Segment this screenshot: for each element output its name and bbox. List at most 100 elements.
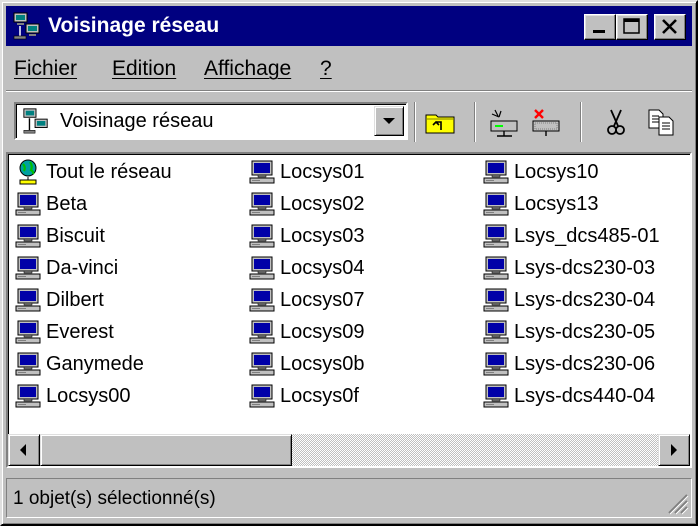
list-item[interactable]: Lsys-dcs230-03 (482, 252, 655, 284)
list-item[interactable]: Beta (14, 188, 87, 220)
menu-help[interactable]: ? (320, 56, 332, 82)
scroll-right-button[interactable] (658, 434, 690, 466)
list-item-label: Lsys-dcs230-05 (514, 320, 656, 343)
list-item[interactable]: Locsys10 (482, 156, 599, 188)
list-item-label: Locsys03 (280, 224, 365, 247)
computer-icon (15, 224, 41, 248)
list-item-label: Beta (46, 192, 88, 215)
scrollbar-thumb[interactable] (40, 434, 292, 466)
computer-icon (249, 192, 275, 216)
list-item[interactable]: Locsys02 (248, 188, 365, 220)
list-item-label: Lsys-dcs230-06 (514, 352, 656, 375)
list-item[interactable]: Locsys01 (248, 156, 365, 188)
list-item[interactable]: Lsys-dcs230-04 (482, 284, 655, 316)
horizontal-scrollbar[interactable] (8, 434, 690, 466)
computer-icon (15, 320, 41, 344)
computer-icon (483, 288, 509, 312)
file-list: Tout le réseau Beta Biscuit Da-vinci Dilbert… (8, 154, 690, 434)
window-title: Voisinage réseau (48, 14, 220, 37)
computer-icon (15, 384, 41, 408)
list-item[interactable]: Lsys-dcs230-05 (482, 316, 655, 348)
up-one-level-icon (425, 114, 455, 134)
computer-icon (483, 192, 509, 216)
computer-icon (15, 288, 41, 312)
list-item-label: Lsys-dcs440-04 (514, 384, 656, 407)
list-item-label: Dilbert (46, 288, 104, 311)
list-item-label: Lsys-dcs230-03 (514, 256, 656, 279)
list-item[interactable]: Ganymede (14, 348, 144, 380)
cut-button[interactable] (596, 104, 636, 140)
network-neighborhood-icon[interactable] (12, 11, 42, 41)
status-bar: 1 objet(s) sélectionné(s) (6, 474, 692, 520)
list-item[interactable]: Dilbert (14, 284, 104, 316)
computer-icon (15, 352, 41, 376)
list-item-label: Lsys_dcs485-01 (514, 224, 660, 247)
computer-icon (483, 224, 509, 248)
address-dropdown-button[interactable] (374, 106, 404, 136)
maximize-icon (623, 18, 640, 34)
close-button[interactable] (654, 14, 686, 40)
copy-button[interactable] (642, 104, 682, 140)
network-neighborhood-icon (23, 108, 48, 134)
map-network-drive-button[interactable] (484, 104, 524, 140)
computer-icon (483, 384, 509, 408)
computer-icon (483, 320, 509, 344)
list-item[interactable]: Biscuit (14, 220, 105, 252)
file-list-view[interactable]: Tout le réseau Beta Biscuit Da-vinci Dilbert… (6, 152, 692, 468)
list-item-label: Locsys0b (280, 352, 365, 375)
list-item-label: Locsys04 (280, 256, 365, 279)
list-item[interactable]: Locsys00 (14, 380, 131, 412)
list-item-label: Locsys01 (280, 160, 365, 183)
up-one-level-button[interactable] (420, 104, 460, 140)
scroll-left-button[interactable] (8, 434, 40, 466)
list-item[interactable]: Locsys07 (248, 284, 365, 316)
list-item-label: Locsys07 (280, 288, 365, 311)
close-icon (662, 19, 677, 34)
list-item-label: Biscuit (46, 224, 105, 247)
list-item[interactable]: Lsys-dcs230-06 (482, 348, 655, 380)
list-item-label: Tout le réseau (46, 160, 172, 183)
menu-fichier[interactable]: Fichier (14, 56, 77, 82)
computer-icon (249, 224, 275, 248)
list-item[interactable]: Locsys0f (248, 380, 359, 412)
disconnect-network-drive-icon (532, 109, 560, 136)
list-item-label: Locsys0f (280, 384, 359, 407)
list-item[interactable]: Locsys13 (482, 188, 599, 220)
computer-icon (483, 352, 509, 376)
arrow-left-icon (20, 444, 26, 456)
title-bar[interactable]: Voisinage réseau (6, 6, 692, 46)
cut-icon (607, 109, 625, 135)
list-item-label: Locsys10 (514, 160, 599, 183)
list-item-label: Locsys00 (46, 384, 131, 407)
list-item[interactable]: Tout le réseau (14, 156, 172, 188)
list-item-label: Lsys-dcs230-04 (514, 288, 656, 311)
address-combobox[interactable]: Voisinage réseau (14, 102, 408, 140)
list-item[interactable]: Locsys0b (248, 348, 365, 380)
toolbar: Voisinage réseau (6, 96, 692, 150)
list-item-label: Da-vinci (46, 256, 119, 279)
list-item[interactable]: Locsys03 (248, 220, 365, 252)
toolbar-separator (474, 102, 476, 142)
list-item[interactable]: Locsys09 (248, 316, 365, 348)
computer-icon (249, 384, 275, 408)
toolbar-divider (6, 90, 692, 92)
menu-edition[interactable]: Edition (112, 56, 176, 82)
list-item[interactable]: Da-vinci (14, 252, 118, 284)
menu-affichage[interactable]: Affichage (204, 56, 291, 82)
list-item-label: Everest (46, 320, 114, 343)
list-item[interactable]: Lsys_dcs485-01 (482, 220, 660, 252)
computer-icon (249, 160, 275, 184)
copy-icon (648, 109, 674, 136)
globe-network-icon (19, 159, 37, 185)
list-item[interactable]: Everest (14, 316, 114, 348)
list-item-label: Locsys09 (280, 320, 365, 343)
list-item[interactable]: Lsys-dcs440-04 (482, 380, 655, 412)
explorer-window: Voisinage réseau Fichier Edition Afficha… (0, 0, 698, 526)
computer-icon (15, 256, 41, 280)
minimize-button[interactable] (584, 14, 616, 40)
resize-grip-icon[interactable] (663, 489, 689, 515)
maximize-button[interactable] (616, 14, 648, 40)
list-item[interactable]: Locsys04 (248, 252, 365, 284)
disconnect-drive-button[interactable] (526, 104, 566, 140)
computer-icon (15, 192, 41, 216)
